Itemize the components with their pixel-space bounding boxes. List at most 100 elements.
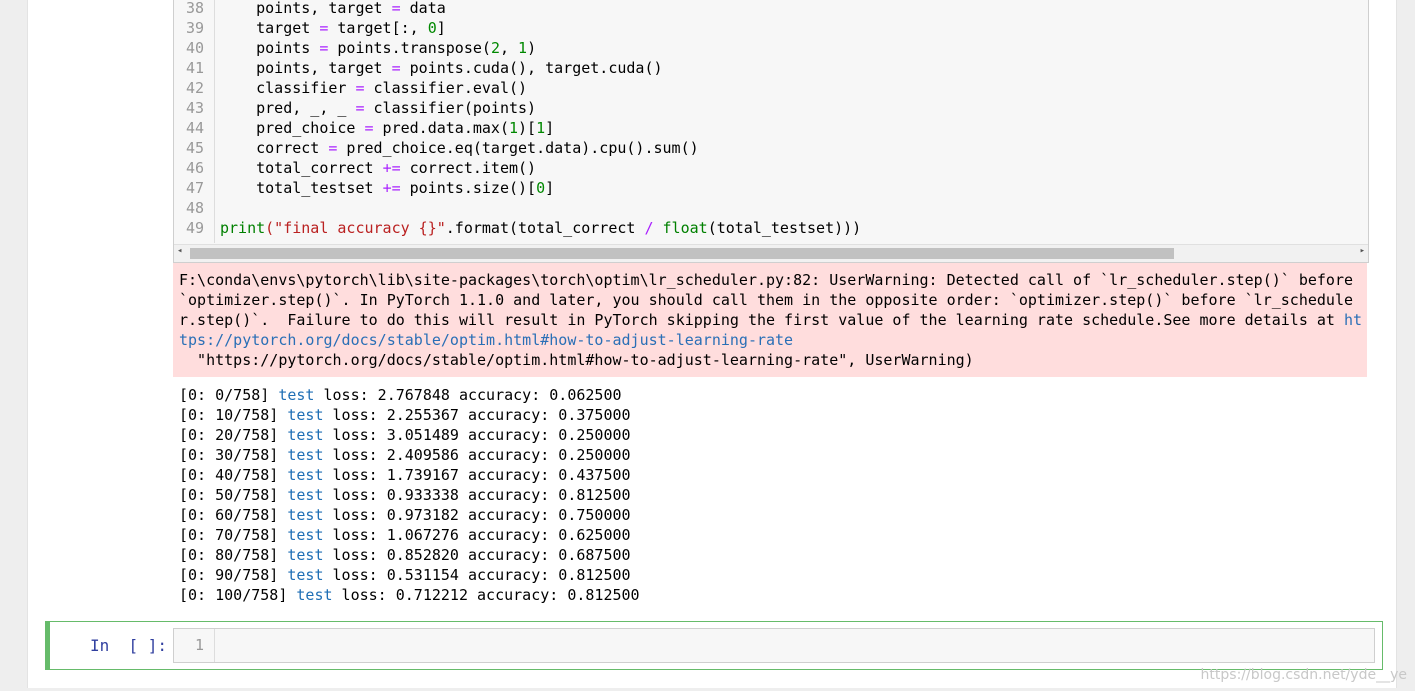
stdout-post: loss: 0.933338 accuracy: 0.812500 — [323, 486, 631, 504]
code-line[interactable]: print("final accuracy {}".format(total_c… — [220, 218, 861, 238]
code-token: target[:, — [328, 19, 428, 37]
code-line[interactable]: pred, _, _ = classifier(points) — [220, 98, 536, 118]
stdout-post: loss: 0.531154 accuracy: 0.812500 — [323, 566, 631, 584]
stderr-text: `optimizer.step()`. In PyTorch 1.1.0 and… — [179, 291, 1353, 309]
code-line[interactable]: points, target = points.cuda(), target.c… — [220, 58, 663, 78]
code-token: points, target — [220, 59, 392, 77]
code-token: = — [364, 119, 374, 137]
code-token: points — [220, 39, 320, 57]
line-number-gutter: 38 39 40 41 42 43 44 45 46 47 48 49 — [174, 0, 215, 243]
line-number: 42 — [185, 79, 204, 97]
code-token: points, target — [220, 0, 392, 17]
line-number: 43 — [185, 99, 204, 117]
stdout-post: loss: 0.852820 accuracy: 0.687500 — [323, 546, 631, 564]
code-line[interactable]: points = points.transpose(2, 1) — [220, 38, 536, 58]
stdout-pre: [0: 10/758] — [179, 406, 288, 424]
code-token: .format(total_correct — [445, 219, 645, 237]
code-token: , — [499, 39, 519, 57]
code-token: target — [220, 19, 320, 37]
code-line[interactable]: total_correct += correct.item() — [220, 158, 536, 178]
code-token: pred_choice — [220, 119, 365, 137]
code-token: pred_choice.eq(target.data).cpu().sum() — [337, 139, 699, 157]
code-token: classifier.eval() — [364, 79, 528, 97]
doc-link[interactable]: ht — [1344, 311, 1362, 329]
stderr-line: "https://pytorch.org/docs/stable/optim.h… — [179, 350, 974, 370]
line-number: 49 — [185, 219, 204, 237]
line-number: 46 — [185, 159, 204, 177]
stdout-line: [0: 30/758] test loss: 2.409586 accuracy… — [179, 445, 631, 465]
code-token: 0 — [427, 19, 437, 37]
watermark: https://blog.csdn.net/yde__ye — [1200, 667, 1407, 683]
stdout-pre: [0: 0/758] — [179, 386, 279, 404]
stdout-kw: test — [287, 486, 324, 504]
stdout-kw: test — [287, 446, 324, 464]
stdout-post: loss: 0.973182 accuracy: 0.750000 — [323, 506, 631, 524]
stdout-kw: test — [287, 566, 324, 584]
code-token: pred, _, _ — [220, 99, 356, 117]
code-token: = — [355, 99, 365, 117]
code-token: float — [662, 219, 708, 237]
scroll-right-icon[interactable]: ▸ — [1360, 246, 1365, 256]
line-number: 39 — [185, 19, 204, 37]
code-token: / — [644, 219, 654, 237]
code-line[interactable]: pred_choice = pred.data.max(1)[1] — [220, 118, 554, 138]
code-line[interactable]: target = target[:, 0] — [220, 18, 446, 38]
stdout-kw: test — [287, 406, 324, 424]
code-token: 1 — [518, 39, 528, 57]
stdout-line: [0: 60/758] test loss: 0.973182 accuracy… — [179, 505, 631, 525]
stdout-line: [0: 80/758] test loss: 0.852820 accuracy… — [179, 545, 631, 565]
code-token: data — [400, 0, 446, 17]
new-cell-editor[interactable]: 1 — [173, 628, 1375, 663]
line-number: 48 — [185, 199, 204, 217]
code-token: )[ — [518, 119, 537, 137]
code-token: 0 — [536, 179, 546, 197]
stderr-line: tps://pytorch.org/docs/stable/optim.html… — [179, 330, 793, 350]
code-token: = — [391, 59, 401, 77]
input-prompt: In [ ]: — [90, 636, 168, 655]
stdout-pre: [0: 100/758] — [179, 586, 297, 604]
line-number: 38 — [185, 0, 204, 17]
stdout-post: loss: 0.712212 accuracy: 0.812500 — [332, 586, 640, 604]
code-token: ("final accuracy {}" — [265, 219, 446, 237]
code-line[interactable]: classifier = classifier.eval() — [220, 78, 527, 98]
code-line[interactable]: points, target = data — [220, 0, 446, 18]
stdout-pre: [0: 50/758] — [179, 486, 288, 504]
code-token: 2 — [490, 39, 500, 57]
scroll-left-icon[interactable]: ◂ — [177, 246, 182, 256]
stdout-kw: test — [287, 526, 324, 544]
stdout-kw: test — [296, 586, 333, 604]
line-number: 47 — [185, 179, 204, 197]
new-cell-gutter: 1 — [174, 629, 215, 662]
scrollbar-thumb[interactable] — [190, 248, 1174, 259]
code-line[interactable]: total_testset += points.size()[0] — [220, 178, 554, 198]
stderr-line: r.step()`. Failure to do this will resul… — [179, 310, 1362, 330]
stderr-text: "https://pytorch.org/docs/stable/optim.h… — [179, 351, 974, 369]
stdout-kw: test — [287, 466, 324, 484]
code-token: = — [355, 79, 365, 97]
stdout-line: [0: 100/758] test loss: 0.712212 accurac… — [179, 585, 640, 605]
stdout-pre: [0: 40/758] — [179, 466, 288, 484]
line-number: 41 — [185, 59, 204, 77]
stdout-kw: test — [278, 386, 315, 404]
code-line[interactable]: correct = pred_choice.eq(target.data).cp… — [220, 138, 699, 158]
code-token: total_testset — [220, 179, 383, 197]
code-token: correct — [220, 139, 329, 157]
stdout-pre: [0: 90/758] — [179, 566, 288, 584]
stdout-post: loss: 1.739167 accuracy: 0.437500 — [323, 466, 631, 484]
code-token: ) — [527, 39, 537, 57]
code-token: 1 — [509, 119, 519, 137]
horizontal-scrollbar[interactable]: ◂ ▸ — [174, 244, 1368, 262]
doc-link[interactable]: tps://pytorch.org/docs/stable/optim.html… — [179, 331, 793, 349]
code-token: ] — [436, 19, 446, 37]
stdout-kw: test — [287, 506, 324, 524]
code-token: points.cuda(), target.cuda() — [400, 59, 663, 77]
stderr-line: `optimizer.step()`. In PyTorch 1.1.0 and… — [179, 290, 1353, 310]
code-editor[interactable]: 38 39 40 41 42 43 44 45 46 47 48 49 points, target … — [173, 0, 1369, 263]
code-token: ] — [545, 179, 555, 197]
stdout-line: [0: 40/758] test loss: 1.739167 accuracy… — [179, 465, 631, 485]
code-token: += — [382, 159, 401, 177]
stdout-post: loss: 3.051489 accuracy: 0.250000 — [323, 426, 631, 444]
new-code-cell[interactable]: In [ ]: 1 — [45, 621, 1383, 670]
code-token: ] — [545, 119, 555, 137]
